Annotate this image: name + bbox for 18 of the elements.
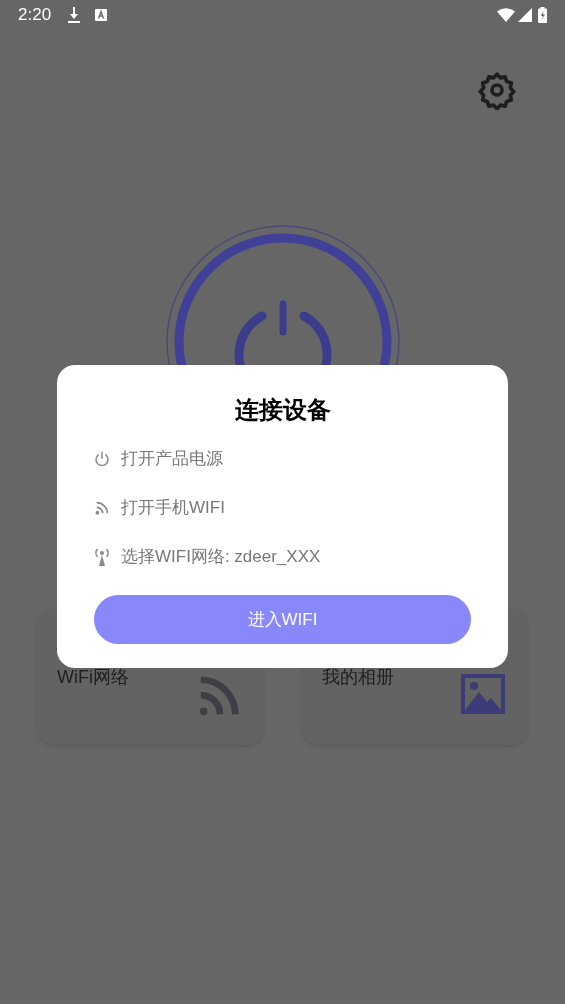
status-time: 2:20	[18, 4, 52, 27]
card-label: 我的相册	[321, 666, 394, 689]
battery-icon	[538, 7, 547, 23]
settings-icon[interactable]	[477, 70, 517, 110]
signal-icon	[94, 500, 110, 516]
keyboard-icon	[95, 9, 108, 21]
wifi-icon	[497, 8, 515, 22]
step-text: 打开产品电源	[121, 448, 223, 471]
download-icon	[67, 7, 82, 23]
antenna-icon	[94, 547, 110, 567]
dialog-title: 连接设备	[234, 395, 331, 425]
step-text: 选择WIFI网络: zdeer_XXX	[121, 546, 321, 569]
cell-signal-icon	[518, 8, 532, 22]
step-text: 打开手机WIFI	[121, 497, 225, 520]
image-icon	[461, 674, 505, 714]
enter-wifi-button[interactable]: 进入WIFI	[94, 595, 471, 644]
power-icon	[93, 450, 111, 468]
card-label: WiFi网络	[57, 666, 129, 689]
